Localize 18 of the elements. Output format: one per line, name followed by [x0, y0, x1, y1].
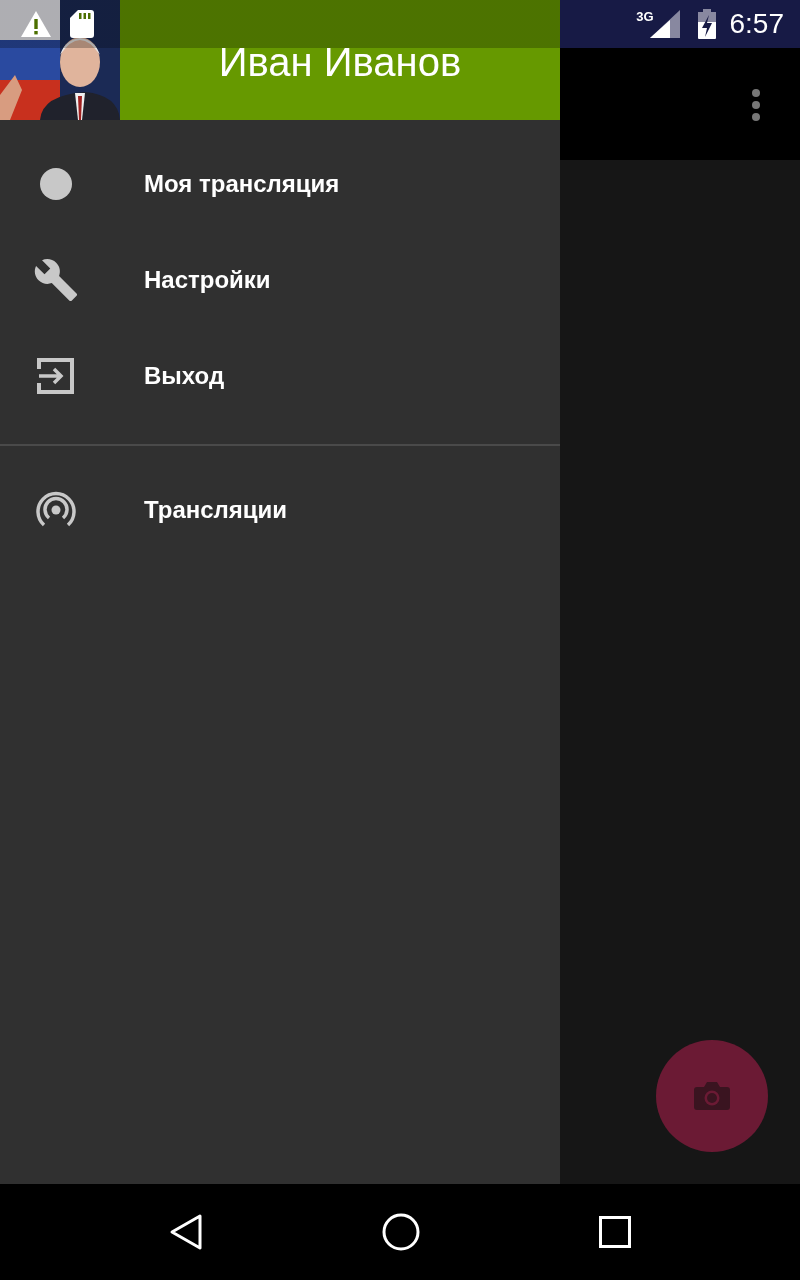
menu-item[interactable]: Настройки: [0, 232, 560, 328]
overflow-menu-icon[interactable]: [751, 88, 761, 122]
wrench-icon: [33, 257, 79, 303]
clock: 6:57: [729, 8, 784, 40]
warning-icon: [20, 10, 52, 38]
menu-item[interactable]: Моя трансляция: [0, 136, 560, 232]
network-type: 3G: [636, 9, 654, 24]
menu-item[interactable]: Трансляции: [0, 462, 560, 558]
circle-icon: [40, 168, 72, 200]
back-icon[interactable]: [169, 1213, 204, 1251]
camera-icon: [693, 1081, 731, 1111]
menu-item[interactable]: Выход: [0, 328, 560, 424]
home-icon[interactable]: [382, 1213, 420, 1251]
user-name: Иван Иванов: [218, 40, 462, 85]
exit-icon: [37, 357, 75, 395]
recents-icon[interactable]: [598, 1216, 631, 1248]
sd-card-icon: [70, 10, 94, 38]
battery-charging-icon: [697, 9, 716, 39]
